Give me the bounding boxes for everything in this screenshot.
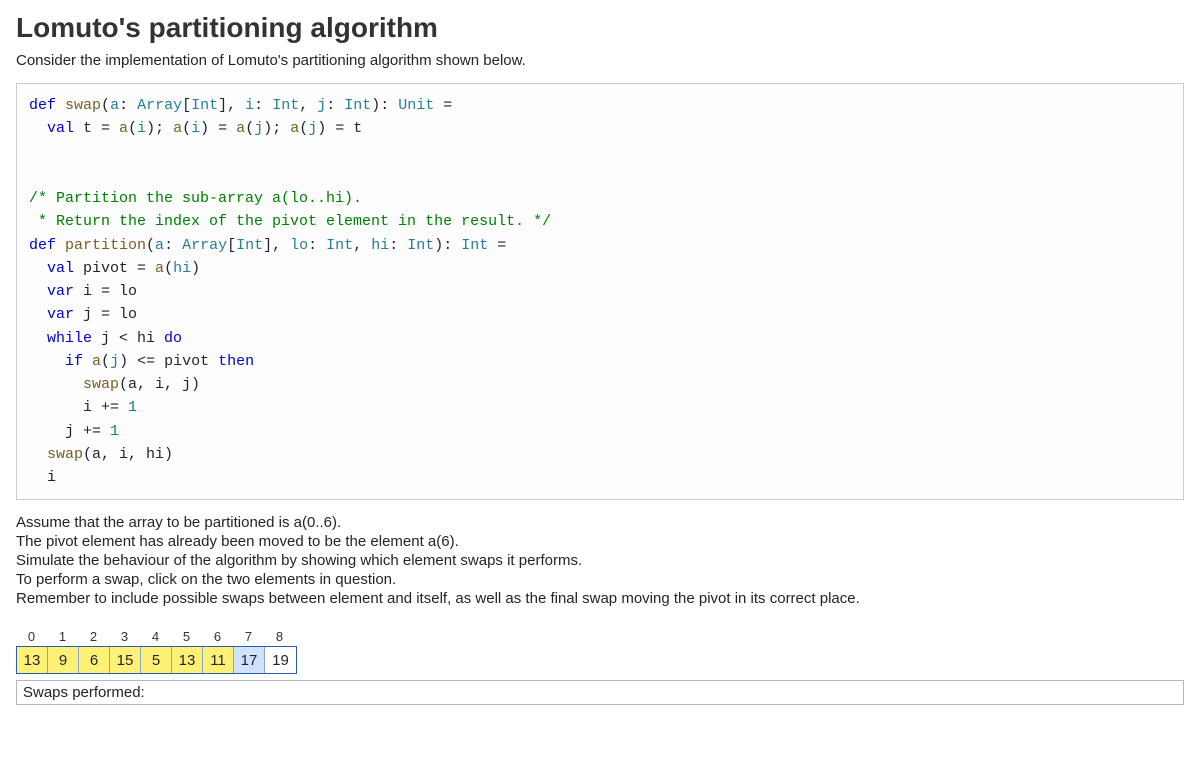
array-index: 6 <box>202 629 233 646</box>
array-index: 1 <box>47 629 78 646</box>
array-visualization: 012345678 139615513111719 <box>16 629 1184 674</box>
array-index: 8 <box>264 629 295 646</box>
array-cell[interactable]: 17 <box>234 647 265 673</box>
instruction-line: The pivot element has already been moved… <box>16 533 1184 550</box>
array-cell[interactable]: 6 <box>79 647 110 673</box>
array-cell[interactable]: 11 <box>203 647 234 673</box>
swaps-performed-box: Swaps performed: <box>16 680 1184 705</box>
array-index: 3 <box>109 629 140 646</box>
array-index: 5 <box>171 629 202 646</box>
swaps-label: Swaps performed: <box>23 684 145 701</box>
array-cell[interactable]: 15 <box>110 647 141 673</box>
instruction-line: To perform a swap, click on the two elem… <box>16 571 1184 588</box>
array-cell[interactable]: 9 <box>48 647 79 673</box>
page-title: Lomuto's partitioning algorithm <box>16 12 1184 44</box>
array-index: 7 <box>233 629 264 646</box>
instruction-line: Assume that the array to be partitioned … <box>16 514 1184 531</box>
array-index: 0 <box>16 629 47 646</box>
array-index: 4 <box>140 629 171 646</box>
instruction-line: Remember to include possible swaps betwe… <box>16 590 1184 607</box>
instructions-block: Assume that the array to be partitioned … <box>16 514 1184 607</box>
intro-text: Consider the implementation of Lomuto's … <box>16 52 1184 69</box>
array-cell[interactable]: 5 <box>141 647 172 673</box>
array-cell[interactable]: 13 <box>172 647 203 673</box>
code-block: def swap(a: Array[Int], i: Int, j: Int):… <box>16 83 1184 500</box>
array-cell[interactable]: 13 <box>17 647 48 673</box>
array-cell[interactable]: 19 <box>265 647 296 673</box>
instruction-line: Simulate the behaviour of the algorithm … <box>16 552 1184 569</box>
array-index: 2 <box>78 629 109 646</box>
